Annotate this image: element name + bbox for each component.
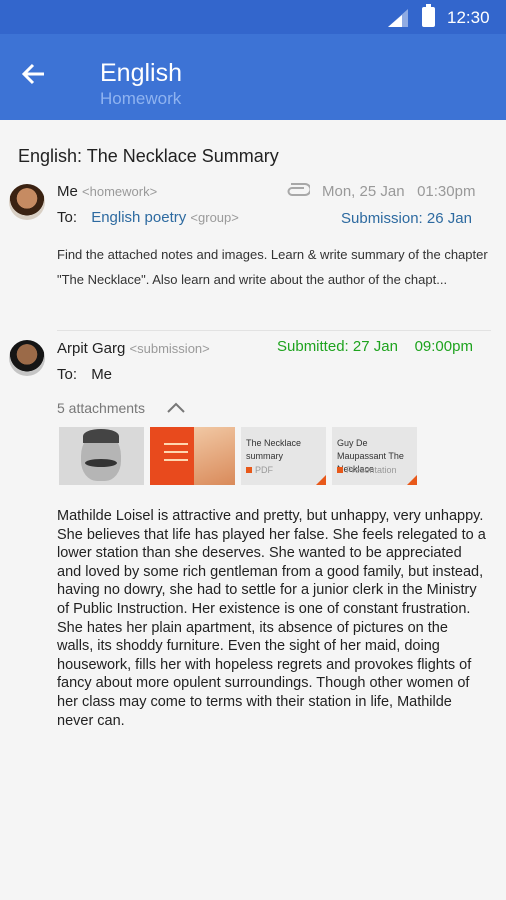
app-bar: English Homework <box>0 34 506 120</box>
attachment-thumbnail-portrait[interactable] <box>59 427 144 485</box>
message-datetime: Mon, 25 Jan 01:30pm <box>322 183 475 200</box>
portrait-mustache <box>85 459 117 467</box>
thread-view: English: The Necklace Summary Me <homewo… <box>0 120 506 900</box>
status-time: 12:30 <box>447 8 490 27</box>
attachment-thumbnail-presentation[interactable]: Guy De Maupassant The Necklace Presentat… <box>332 427 417 485</box>
cover-text-line <box>164 459 188 461</box>
sender-tag: <submission> <box>129 341 210 356</box>
battery-icon <box>422 4 435 27</box>
sender-tag: <homework> <box>82 184 158 199</box>
avatar[interactable] <box>9 184 45 220</box>
sender-name: Me <box>57 183 78 200</box>
attachment-thumbnail-cover[interactable] <box>150 427 235 485</box>
portrait-hair <box>83 429 119 443</box>
arrow-back-icon[interactable] <box>20 60 48 88</box>
doc-corner <box>316 475 326 485</box>
paperclip-icon <box>287 183 310 196</box>
to-label: To: <box>57 209 78 226</box>
cover-text-line <box>164 451 188 453</box>
page-title: English <box>100 59 182 87</box>
doc-corner <box>407 475 417 485</box>
message-body[interactable]: Find the attached notes and images. Lear… <box>57 242 491 292</box>
submission-date: Submission: 26 Jan <box>341 210 472 227</box>
submitted-status: Submitted: 27 Jan 09:00pm <box>277 338 473 355</box>
attachment-strip: The Necklace summary PDF Guy De Maupassa… <box>59 427 419 485</box>
divider <box>57 330 491 331</box>
message-time: 01:30pm <box>417 183 476 200</box>
sender-name: Arpit Garg <box>57 340 126 357</box>
cover-image <box>194 427 235 485</box>
doc-type: PDF <box>246 465 273 475</box>
doc-type: Presentation <box>337 465 397 475</box>
cover-text-line <box>164 443 188 445</box>
attachment-thumbnail-pdf[interactable]: The Necklace summary PDF <box>241 427 326 485</box>
status-bar: 12:30 <box>0 0 506 34</box>
doc-title: The Necklace summary <box>246 438 302 461</box>
page-subtitle: Homework <box>100 89 182 108</box>
recipient-link[interactable]: English poetry <box>91 209 186 226</box>
recipient-tag: <group> <box>190 210 239 225</box>
reply-sender[interactable]: Arpit Garg <submission> <box>57 340 210 357</box>
attachments-toggle[interactable]: 5 attachments <box>57 400 145 416</box>
thread-subject: English: The Necklace Summary <box>18 146 279 166</box>
avatar[interactable] <box>9 340 45 376</box>
chevron-up-icon[interactable] <box>166 400 186 414</box>
reply-body[interactable]: Mathilde Loisel is attractive and pretty… <box>57 507 487 730</box>
message-date: Mon, 25 Jan <box>322 183 405 200</box>
recipient: Me <box>91 366 113 383</box>
message-sender[interactable]: Me <homework> <box>57 183 157 200</box>
reply-to: To: Me <box>57 366 112 383</box>
message-to: To: English poetry <group> <box>57 209 239 226</box>
signal-icon <box>388 9 408 27</box>
to-label: To: <box>57 366 78 383</box>
